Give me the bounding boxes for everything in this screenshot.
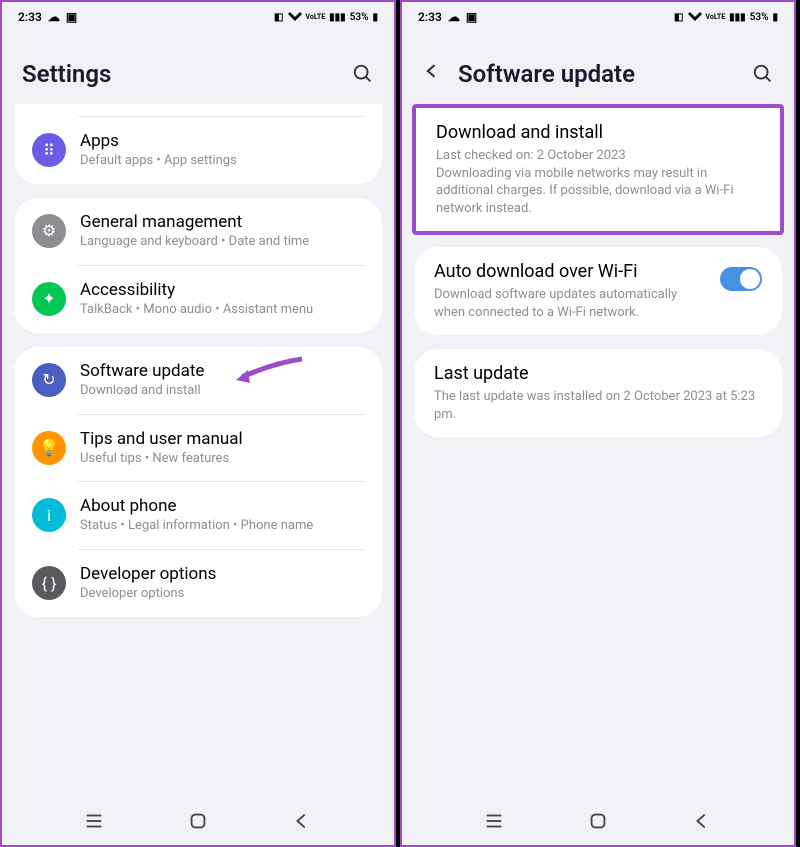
item-title: Tips and user manual <box>80 429 364 449</box>
last-update-item[interactable]: Last update The last update was installe… <box>414 349 782 437</box>
tips-icon: 💡 <box>32 431 66 465</box>
item-description: Last checked on: 2 October 2023 Download… <box>436 147 760 217</box>
list-item-accessibility[interactable]: ✦ Accessibility TalkBack • Mono audio • … <box>14 266 382 333</box>
auto-download-toggle[interactable] <box>720 267 762 291</box>
software-update-icon: ↻ <box>32 363 66 397</box>
card-general: ⚙ General management Language and keyboa… <box>14 198 382 333</box>
item-description: Download software updates automatically … <box>434 286 704 321</box>
accessibility-icon: ✦ <box>32 282 66 316</box>
back-button[interactable] <box>691 810 713 832</box>
item-subtitle: Status • Legal information • Phone name <box>80 518 364 535</box>
list-item-apps[interactable]: ⠿ Apps Default apps • App settings <box>14 117 382 184</box>
battery-icon: ▮ <box>772 12 778 23</box>
page-title: Software update <box>458 60 635 88</box>
item-subtitle: Default apps • App settings <box>80 153 364 170</box>
cloud-icon: ☁ <box>448 10 460 24</box>
back-chevron-icon[interactable] <box>422 61 442 87</box>
item-title: Software update <box>80 361 364 381</box>
header: Settings <box>2 32 394 104</box>
cloud-icon: ☁ <box>48 10 60 24</box>
list-item-general[interactable]: ⚙ General management Language and keyboa… <box>14 198 382 265</box>
nav-bar <box>402 797 794 845</box>
item-title: Download and install <box>436 122 760 143</box>
search-icon[interactable] <box>352 63 374 85</box>
item-subtitle: Developer options <box>80 586 364 603</box>
gallery-icon: ▣ <box>466 10 477 24</box>
item-subtitle: Download and install <box>80 383 364 400</box>
status-time: 2:33 <box>18 10 42 24</box>
list-item-about[interactable]: i About phone Status • Legal information… <box>14 482 382 549</box>
phone-left: 2:33 ☁ ▣ ◧ VoLTE ▮▮▮ 53% ▮ Settings ⠿ Ap… <box>0 0 396 847</box>
wifi-icon <box>288 11 302 24</box>
about-icon: i <box>32 498 66 532</box>
recents-button[interactable] <box>483 810 505 832</box>
home-button[interactable] <box>187 810 209 832</box>
page-title: Settings <box>22 60 111 88</box>
recents-button[interactable] <box>83 810 105 832</box>
item-title: Developer options <box>80 564 364 584</box>
card-last-update: Last update The last update was installe… <box>414 349 782 437</box>
item-title: Auto download over Wi-Fi <box>434 261 704 282</box>
list-item-developer[interactable]: { } Developer options Developer options <box>14 550 382 617</box>
highlighted-download-install: Download and install Last checked on: 2 … <box>412 104 784 235</box>
general-icon: ⚙ <box>32 214 66 248</box>
item-title: Last update <box>434 363 762 384</box>
signal-icon: ▮▮▮ <box>729 12 746 23</box>
item-title: Apps <box>80 131 364 151</box>
battery-icon: ▮ <box>372 12 378 23</box>
header: Software update <box>402 32 794 104</box>
nav-bar <box>2 797 394 845</box>
download-install-item[interactable]: Download and install Last checked on: 2 … <box>416 108 780 231</box>
volte-icon: VoLTE <box>306 13 326 21</box>
search-icon[interactable] <box>752 63 774 85</box>
wifi-icon <box>688 11 702 24</box>
item-title: About phone <box>80 496 364 516</box>
card-bottom: ↻ Software update Download and install 💡… <box>14 347 382 618</box>
status-time: 2:33 <box>418 10 442 24</box>
card-top-partial: ⠿ Apps Default apps • App settings <box>14 104 382 184</box>
home-button[interactable] <box>587 810 609 832</box>
back-button[interactable] <box>291 810 313 832</box>
list-item-software-update[interactable]: ↻ Software update Download and install <box>14 347 382 414</box>
nfc-icon: ◧ <box>274 12 283 23</box>
item-subtitle: Useful tips • New features <box>80 451 364 468</box>
gallery-icon: ▣ <box>66 10 77 24</box>
status-bar: 2:33 ☁ ▣ ◧ VoLTE ▮▮▮ 53% ▮ <box>2 2 394 32</box>
item-subtitle: Language and keyboard • Date and time <box>80 234 364 251</box>
item-description: The last update was installed on 2 Octob… <box>434 388 762 423</box>
card-auto-download: Auto download over Wi-Fi Download softwa… <box>414 247 782 335</box>
item-title: General management <box>80 212 364 232</box>
battery-percent: 53% <box>750 12 769 23</box>
list-item-tips[interactable]: 💡 Tips and user manual Useful tips • New… <box>14 415 382 482</box>
signal-icon: ▮▮▮ <box>329 12 346 23</box>
item-subtitle: TalkBack • Mono audio • Assistant menu <box>80 302 364 319</box>
auto-download-item[interactable]: Auto download over Wi-Fi Download softwa… <box>414 247 782 335</box>
status-bar: 2:33 ☁ ▣ ◧ VoLTE ▮▮▮ 53% ▮ <box>402 2 794 32</box>
apps-icon: ⠿ <box>32 133 66 167</box>
developer-icon: { } <box>32 566 66 600</box>
battery-percent: 53% <box>350 12 369 23</box>
nfc-icon: ◧ <box>674 12 683 23</box>
item-title: Accessibility <box>80 280 364 300</box>
phone-right: 2:33 ☁ ▣ ◧ VoLTE ▮▮▮ 53% ▮ Software upda… <box>400 0 796 847</box>
volte-icon: VoLTE <box>706 13 726 21</box>
